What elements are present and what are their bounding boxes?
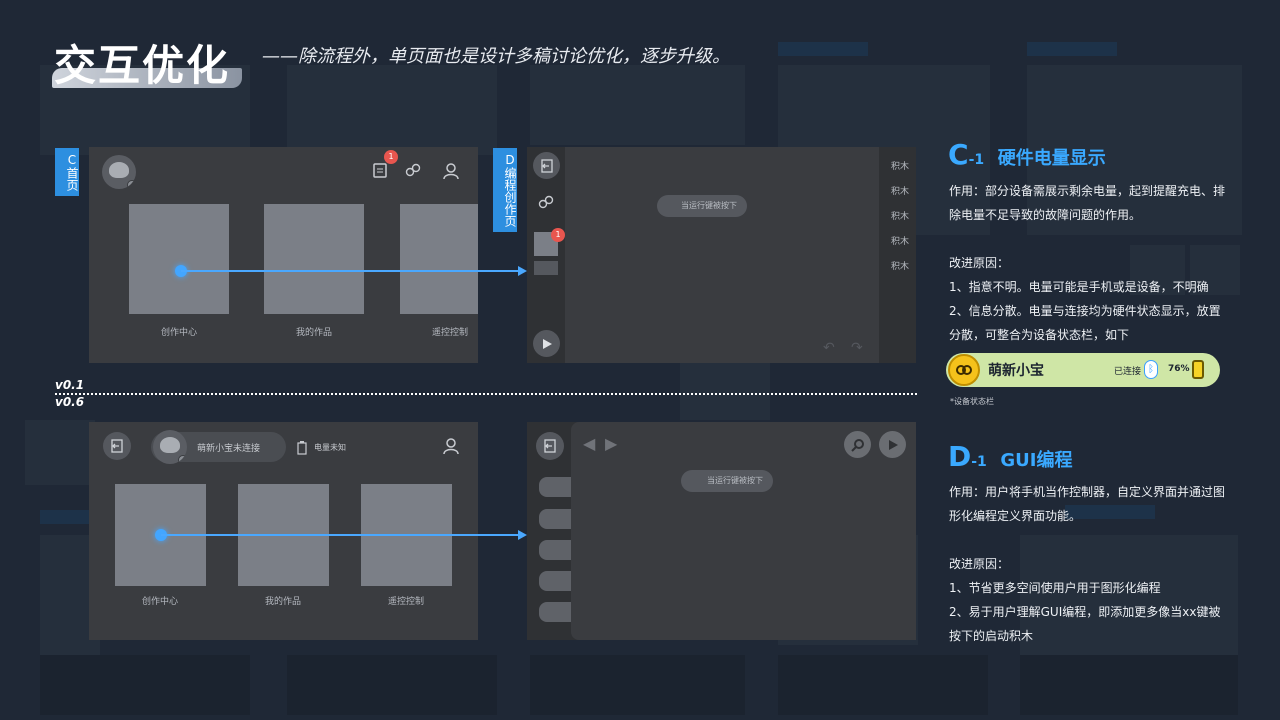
notification-badge: 1 xyxy=(551,228,565,242)
block-palette xyxy=(879,147,916,363)
background-mockup xyxy=(25,420,95,485)
bluetooth-icon: ᛒ xyxy=(1144,360,1158,379)
section-name: GUI编程 xyxy=(1000,450,1073,471)
tag-d-edit: D编程创作页 xyxy=(493,148,517,232)
edit-screen-v01: 1 当运行键被按下 积木 积木 积木 积木 积木 ↶ ↷ xyxy=(527,147,916,363)
exit-icon[interactable] xyxy=(533,152,560,179)
section-d-reason-1: 1、节省更多空间使用户用于图形化编程 xyxy=(949,581,1161,595)
page-title: 交互优化 xyxy=(54,41,231,90)
card-creation-center[interactable] xyxy=(129,204,229,314)
status-bar-caption: *设备状态栏 xyxy=(950,397,994,406)
section-d-heading: D-1 GUI编程 xyxy=(948,440,1072,473)
background-mockup xyxy=(530,655,745,715)
redo-icon[interactable]: ↷ xyxy=(851,341,863,355)
background-mockup xyxy=(1020,655,1238,715)
version-divider xyxy=(55,393,917,395)
edit-screen-v06: ◀ ▶ 当运行键被按下 xyxy=(527,422,916,640)
avatar xyxy=(153,430,187,464)
version-label-top: v0.1 xyxy=(55,378,85,392)
card-label: 遥控控制 xyxy=(387,597,424,607)
background-mockup xyxy=(287,65,497,155)
battery-icon xyxy=(297,440,307,459)
search-icon[interactable] xyxy=(844,431,871,458)
device-name: 萌新小宝 xyxy=(988,363,1044,379)
user-icon[interactable] xyxy=(439,159,463,183)
palette-block[interactable]: 积木 xyxy=(891,234,909,247)
card-my-works[interactable] xyxy=(264,204,364,314)
card-label: 创作中心 xyxy=(141,597,178,607)
background-mockup xyxy=(1027,42,1117,56)
background-mockup xyxy=(530,65,745,145)
play-icon[interactable] xyxy=(879,431,906,458)
device-status-bar[interactable]: 萌新小宝未连接 xyxy=(151,430,286,464)
background-mockup xyxy=(287,655,497,715)
card-label: 遥控控制 xyxy=(431,328,468,338)
device-status-bar-sample: 萌新小宝 已连接 ᛒ 76% xyxy=(946,353,1220,387)
battery-status-text: 电量未知 xyxy=(314,443,346,452)
undo-icon[interactable]: ◀ xyxy=(583,436,595,452)
page-subtitle: ——除流程外，单页面也是设计多稿讨论优化，逐步升级。 xyxy=(262,46,730,67)
card-label: 创作中心 xyxy=(160,328,197,338)
exit-icon[interactable] xyxy=(103,432,131,460)
section-c-heading: C-1 硬件电量显示 xyxy=(948,138,1106,171)
section-number: -1 xyxy=(971,454,987,470)
palette-block[interactable]: 积木 xyxy=(891,184,909,197)
section-d-purpose: 作用：用户将手机当作控制器，自定义界面并通过图形化编程定义界面功能。 xyxy=(949,485,1226,523)
section-d-reason-2: 2、易于用户理解GUI编程，即添加更多像当xx键被按下的启动积木 xyxy=(949,605,1221,643)
card-label: 我的作品 xyxy=(264,597,301,607)
palette-block[interactable]: 积木 xyxy=(891,209,909,222)
connection-status: 已连接 xyxy=(1114,367,1142,377)
section-number: -1 xyxy=(968,152,985,168)
background-mockup xyxy=(40,655,250,715)
home-screen-v06: 萌新小宝未连接 电量未知 创作中心 我的作品 遥控控制 xyxy=(89,422,478,640)
tag-c-home: C首页 xyxy=(55,148,79,196)
flow-arrow-line xyxy=(181,270,519,272)
component-slot[interactable] xyxy=(534,261,558,275)
device-avatar-icon xyxy=(948,354,980,386)
palette-block[interactable]: 积木 xyxy=(891,259,909,272)
undo-icon[interactable]: ↶ xyxy=(823,341,835,355)
section-c-reason-1: 1、指意不明。电量可能是手机或是设备，不明确 xyxy=(949,280,1209,294)
section-c-purpose: 作用：部分设备需展示剩余电量，起到提醒充电、排除电量不足导致的故障问题的作用。 xyxy=(949,184,1226,222)
flow-arrow-head xyxy=(518,530,527,540)
notification-badge: 1 xyxy=(384,150,398,164)
link-icon[interactable] xyxy=(535,191,557,213)
page-title-block: 交互优化 xyxy=(52,28,242,90)
palette-block[interactable]: 积木 xyxy=(891,159,909,172)
section-c-reason-2: 2、信息分散。电量与连接均为硬件状态显示，放置分散，可整合为设备状态栏，如下 xyxy=(949,304,1221,342)
section-letter: C xyxy=(948,138,969,171)
user-icon[interactable] xyxy=(439,434,463,458)
version-label-bottom: v0.6 xyxy=(55,395,85,409)
background-mockup xyxy=(778,655,988,715)
section-c-reason-title: 改进原因： xyxy=(949,256,1010,270)
flow-arrow-head xyxy=(518,266,527,276)
home-screen-v01: 1 创作中心 我的作品 遥控控制 xyxy=(89,147,478,363)
card-remote-control[interactable] xyxy=(400,204,478,314)
avatar[interactable] xyxy=(102,155,136,189)
device-status-text: 萌新小宝未连接 xyxy=(197,444,261,454)
background-mockup xyxy=(680,360,770,420)
play-icon[interactable] xyxy=(533,330,560,357)
exit-icon[interactable] xyxy=(536,432,564,460)
battery-icon xyxy=(1192,360,1204,379)
card-label: 我的作品 xyxy=(295,328,332,338)
section-letter: D xyxy=(948,440,972,473)
battery-percent: 76% xyxy=(1168,364,1190,374)
flow-arrow-line xyxy=(161,534,519,536)
trigger-block[interactable]: 当运行键被按下 xyxy=(657,195,747,217)
section-d-reason-title: 改进原因： xyxy=(949,557,1010,571)
trigger-block[interactable]: 当运行键被按下 xyxy=(681,470,773,492)
background-mockup xyxy=(778,42,868,56)
link-icon[interactable] xyxy=(402,159,424,181)
section-name: 硬件电量显示 xyxy=(997,148,1106,169)
redo-icon[interactable]: ▶ xyxy=(605,436,617,452)
